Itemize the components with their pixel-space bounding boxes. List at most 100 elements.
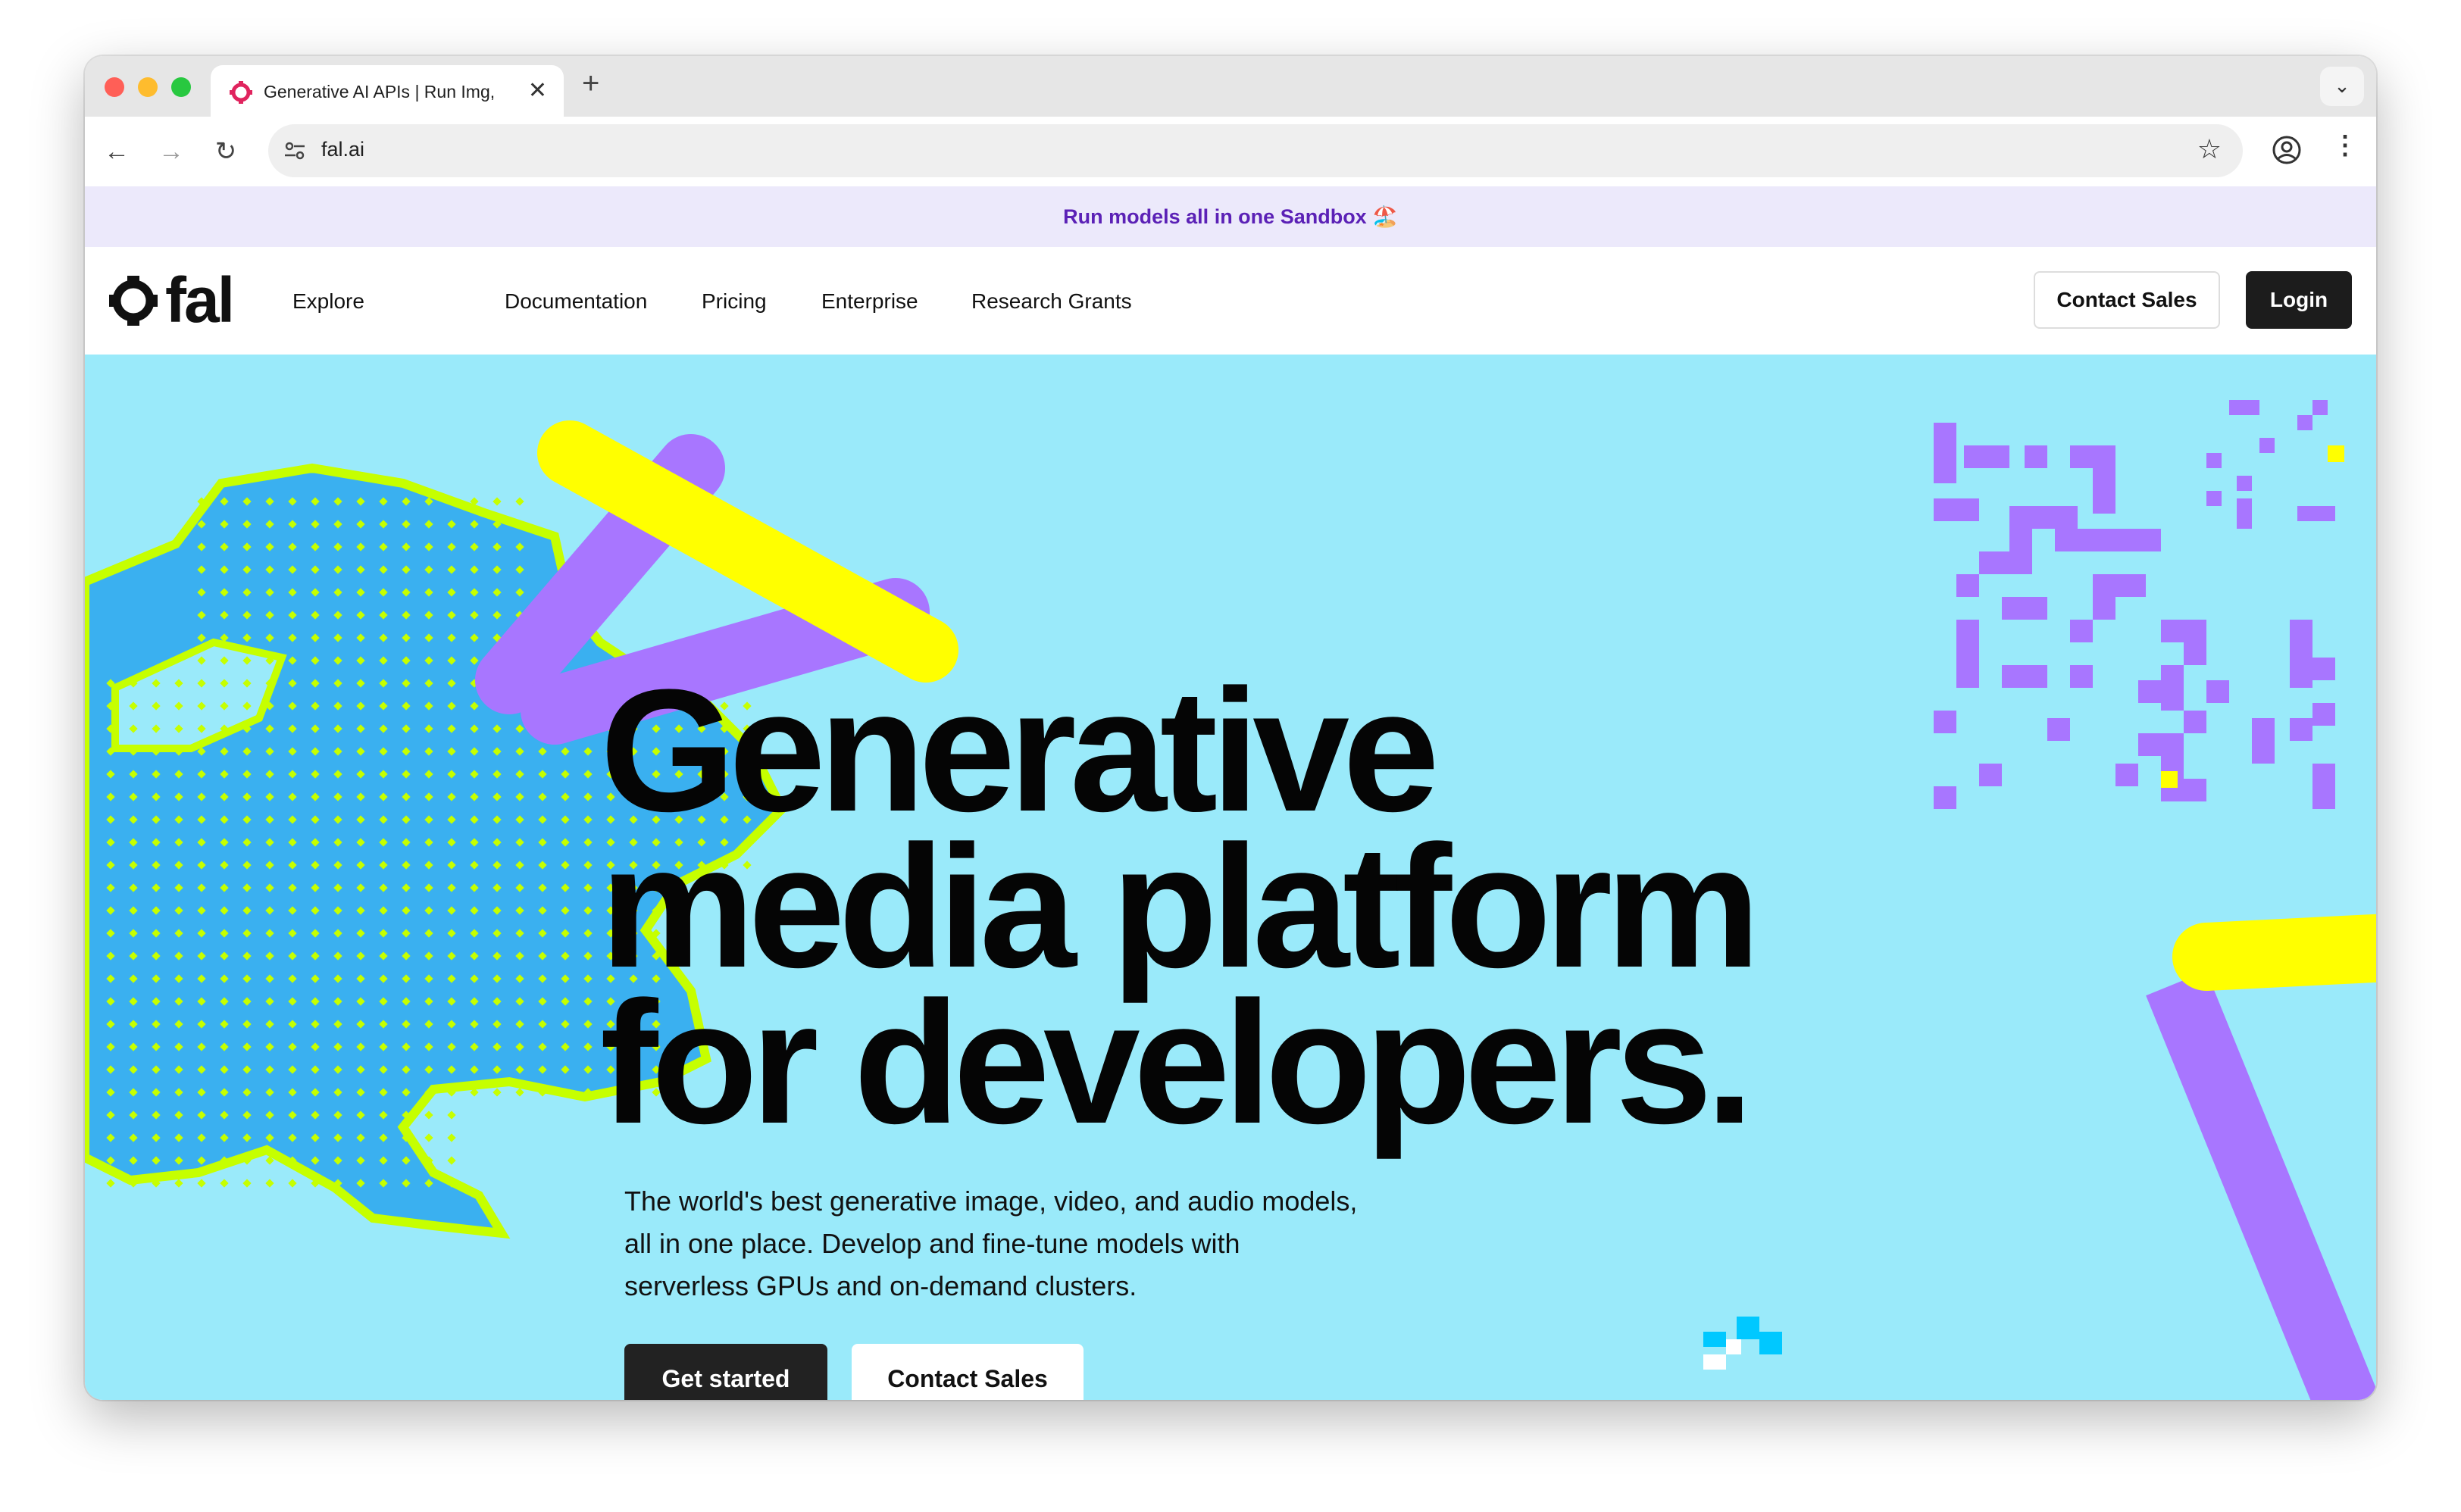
scatter-pixel (2312, 658, 2335, 680)
contact-sales-hero-button[interactable]: Contact Sales (852, 1344, 1084, 1400)
close-window-button[interactable] (105, 77, 124, 97)
fal-favicon-icon (230, 81, 252, 104)
login-button[interactable]: Login (2246, 271, 2352, 329)
scatter-pixel (1964, 445, 2009, 468)
nav-link-documentation[interactable]: Documentation (505, 289, 647, 314)
scatter-pixel (2055, 506, 2078, 529)
browser-window: Generative AI APIs | Run Img, ✕ + ⌄ ← → … (85, 56, 2376, 1400)
tab-title: Generative AI APIs | Run Img, (264, 82, 496, 102)
purple-rod-shape (2146, 970, 2376, 1400)
scatter-pixel (2025, 445, 2047, 468)
blob-dot (493, 1088, 502, 1097)
blob-dot (515, 1088, 524, 1097)
site-settings-icon[interactable] (282, 138, 308, 164)
tab-close-icon[interactable]: ✕ (528, 77, 547, 104)
scatter-pixel (2138, 733, 2161, 756)
scatter-pixel (2290, 620, 2312, 688)
forward-arrow-icon[interactable]: → (153, 133, 189, 170)
hero-title-line: Generative (600, 653, 1440, 848)
scatter-pixel (2055, 529, 2161, 551)
scatter-pixel (2184, 779, 2206, 801)
scatter-pixel (1979, 764, 2002, 786)
blob-dot (106, 1179, 115, 1188)
blob-dot (424, 1133, 433, 1142)
bookmark-star-icon[interactable]: ☆ (2197, 133, 2222, 165)
pixel-scatter-graphic (1934, 400, 2344, 809)
scatter-pixel (2002, 665, 2047, 688)
scatter-pixel (2138, 680, 2161, 703)
scatter-pixel (2093, 574, 2115, 620)
scatter-pixel (2237, 498, 2252, 529)
blob-dot (515, 497, 524, 506)
logo-wordmark: fal (165, 264, 235, 336)
browser-tab-active[interactable]: Generative AI APIs | Run Img, ✕ (211, 65, 564, 117)
scatter-pixel (1934, 498, 1979, 521)
url-text[interactable]: fal.ai (321, 138, 364, 161)
pixel-cluster-graphic (1703, 1317, 1782, 1370)
hero-title-line: media platform (600, 809, 1761, 1004)
nav-link-pricing[interactable]: Pricing (702, 289, 767, 314)
nav-link-research-grants[interactable]: Research Grants (971, 289, 1132, 314)
scatter-pixel (2184, 711, 2206, 733)
blob-dot (447, 1111, 456, 1120)
scatter-pixel (2297, 506, 2335, 521)
tab-search-button[interactable]: ⌄ (2320, 67, 2364, 106)
blob-dot (174, 1179, 183, 1188)
page-viewport: Run models all in one Sandbox 🏖️ fal Exp… (85, 186, 2376, 1400)
reload-icon[interactable]: ↻ (208, 133, 244, 170)
nav-link-explore[interactable]: Explore (292, 289, 364, 314)
scatter-pixel (1934, 423, 1956, 483)
scatter-pixel (2070, 665, 2093, 688)
minimize-window-button[interactable] (138, 77, 158, 97)
scatter-pixel (2312, 400, 2328, 415)
scatter-pixel (2009, 506, 2055, 529)
scatter-pixel (2115, 764, 2138, 786)
scatter-pixel (2206, 491, 2222, 506)
scatter-pixel (1979, 551, 2025, 574)
scatter-pixel (2312, 764, 2335, 809)
scatter-pixel (2206, 680, 2229, 703)
nav-link-enterprise[interactable]: Enterprise (821, 289, 918, 314)
site-header: fal Explore Documentation Pricing Enterp… (85, 247, 2376, 355)
scatter-pixel (2297, 415, 2312, 430)
scatter-pixel-yellow (2161, 771, 2178, 788)
scatter-pixel (2161, 620, 2206, 642)
contact-sales-button[interactable]: Contact Sales (2034, 271, 2220, 329)
blob-dot (242, 1179, 252, 1188)
scatter-pixel (2093, 468, 2115, 514)
scatter-pixel (2259, 438, 2275, 453)
blob-dot (288, 1179, 297, 1188)
blob-dot (447, 1133, 456, 1142)
more-menu-icon[interactable]: ⋮ (2332, 130, 2358, 161)
new-tab-button[interactable]: + (582, 67, 599, 101)
blob-dot (447, 1156, 456, 1165)
address-bar[interactable]: fal.ai ☆ (268, 124, 2243, 177)
maximize-window-button[interactable] (171, 77, 191, 97)
yellow-rod-shape (2172, 914, 2376, 991)
tab-strip: Generative AI APIs | Run Img, ✕ + ⌄ (85, 56, 2376, 117)
scatter-pixel (2070, 445, 2115, 468)
scatter-pixel (2047, 718, 2070, 741)
scatter-pixel (2184, 642, 2206, 665)
scatter-pixel (2161, 665, 2184, 711)
scatter-pixel (2290, 718, 2312, 741)
scatter-pixel (2252, 718, 2275, 764)
scatter-pixel (2229, 400, 2259, 415)
hero-title-line: for developers. (600, 965, 1754, 1160)
scatter-pixel-yellow (2328, 445, 2344, 462)
hero-section: Generative media platform for developers… (85, 355, 2376, 1400)
back-arrow-icon[interactable]: ← (99, 133, 135, 170)
profile-icon[interactable] (2270, 133, 2303, 167)
scatter-pixel (2237, 476, 2252, 491)
scatter-pixel (2070, 620, 2093, 642)
blob-dot (197, 1179, 206, 1188)
scatter-pixel (2161, 733, 2184, 801)
promo-banner[interactable]: Run models all in one Sandbox 🏖️ (85, 186, 2376, 247)
hero-subtitle: The world's best generative image, video… (624, 1186, 1358, 1301)
browser-toolbar: ← → ↻ fal.ai ☆ ⋮ (85, 117, 2376, 186)
blob-dot (493, 497, 502, 506)
get-started-button[interactable]: Get started (624, 1344, 827, 1400)
scatter-pixel (2312, 703, 2335, 726)
blob-dot (265, 1179, 274, 1188)
fal-logo-icon (109, 276, 158, 326)
